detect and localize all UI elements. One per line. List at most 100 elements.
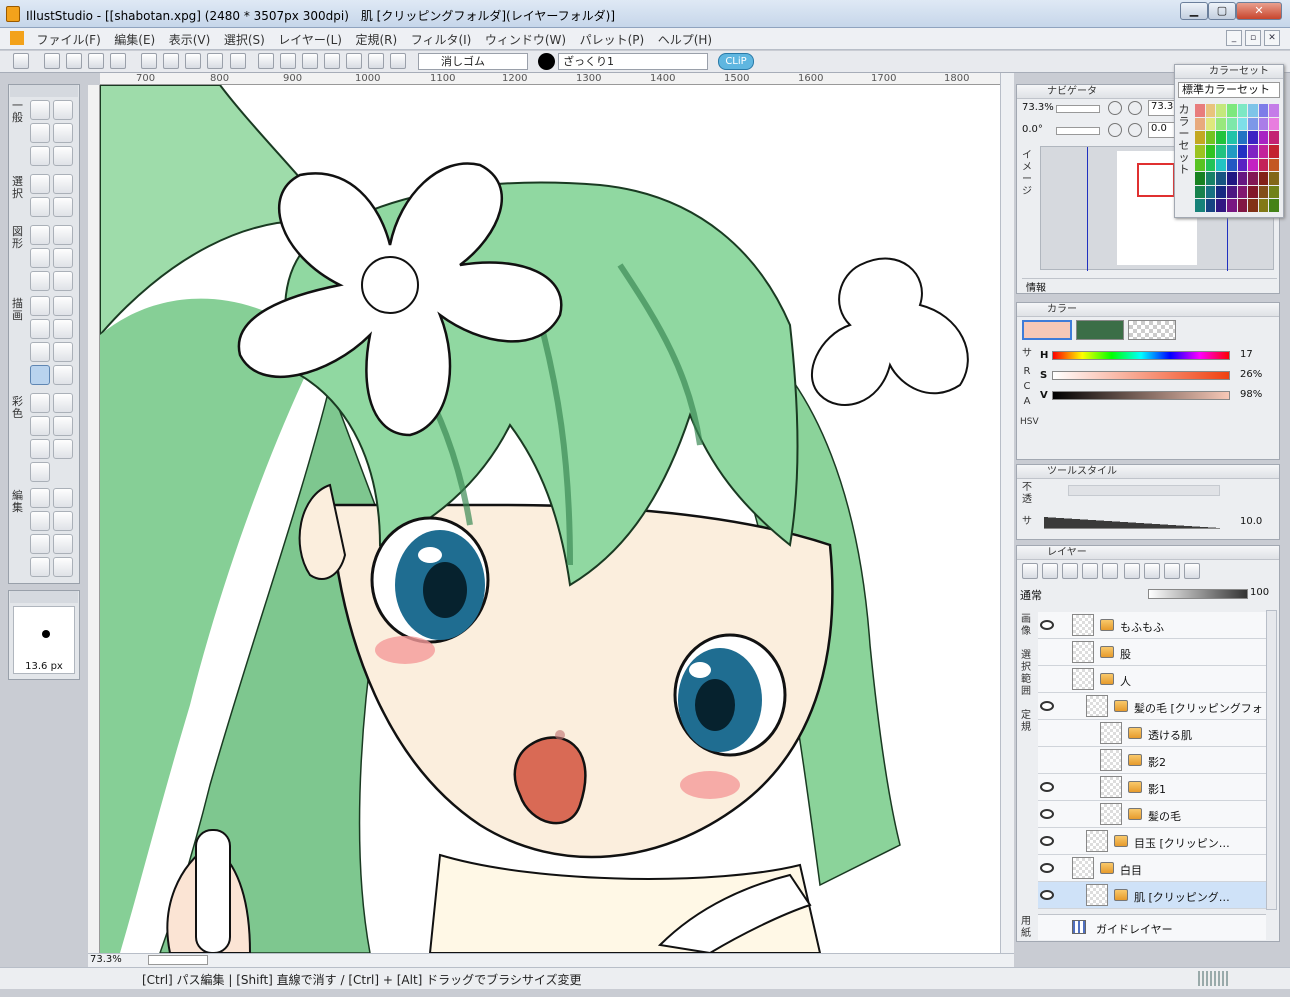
layer-opacity-slider[interactable]	[1148, 589, 1248, 599]
color-swatch[interactable]	[1269, 172, 1279, 185]
fit-window-icon[interactable]	[163, 53, 179, 69]
menu-palette[interactable]: パレット(P)	[575, 28, 650, 51]
color-swatch[interactable]	[1269, 131, 1279, 144]
flip-icon[interactable]	[207, 53, 223, 69]
layer-row[interactable]: 髪の毛 [クリッピングフォル…	[1038, 693, 1266, 720]
color-swatch[interactable]	[1258, 117, 1269, 131]
color-swatch[interactable]	[1237, 144, 1248, 158]
color-swatch[interactable]	[1195, 144, 1205, 158]
color-swatch[interactable]	[1205, 144, 1216, 158]
color-swatch[interactable]	[1237, 104, 1248, 117]
drawing-canvas[interactable]	[100, 85, 1000, 953]
rotate-left-icon[interactable]	[1108, 123, 1122, 137]
magic-lasso-tool[interactable]	[30, 197, 50, 217]
color-swatch[interactable]	[1258, 158, 1269, 172]
frame-tool[interactable]	[30, 557, 50, 577]
layer-row[interactable]: 髪の毛	[1038, 801, 1266, 828]
color-pick-tool[interactable]	[53, 439, 73, 459]
color-swatch[interactable]	[1248, 199, 1258, 212]
color-swatch[interactable]	[1248, 144, 1258, 158]
color-swatch[interactable]	[1248, 104, 1258, 117]
eye-icon[interactable]	[1040, 809, 1054, 819]
fill-tool[interactable]	[30, 393, 50, 413]
color-swatch[interactable]	[1205, 104, 1216, 117]
doc-close-button[interactable]: ✕	[1264, 30, 1280, 46]
color-swatch[interactable]	[1195, 199, 1205, 212]
sub-color-swatch[interactable]	[1076, 320, 1124, 340]
save-icon[interactable]	[88, 53, 104, 69]
menu-select[interactable]: 選択(S)	[219, 28, 270, 51]
vertical-scrollbar[interactable]	[1000, 73, 1014, 953]
marker-tool[interactable]	[30, 319, 50, 339]
color-swatch[interactable]	[1258, 172, 1269, 185]
layer-tab-selection[interactable]: 選択範囲	[1019, 650, 1033, 698]
color-swatch[interactable]	[1237, 117, 1248, 131]
new-layer-icon[interactable]	[1022, 563, 1038, 579]
color-swatch[interactable]	[1258, 131, 1269, 144]
copy-icon[interactable]	[280, 53, 296, 69]
zoom-slider[interactable]	[148, 955, 208, 965]
color-swatch[interactable]	[1248, 117, 1258, 131]
color-swatch[interactable]	[1205, 117, 1216, 131]
value-slider[interactable]	[1052, 391, 1230, 400]
color-swatch[interactable]	[1205, 172, 1216, 185]
color-swatch-grid[interactable]	[1195, 104, 1279, 212]
color-tab-sa[interactable]: サ	[1020, 348, 1034, 360]
menu-filter[interactable]: フィルタ(I)	[406, 28, 477, 51]
color-swatch[interactable]	[1205, 185, 1216, 199]
color-swatch[interactable]	[1195, 104, 1205, 117]
brush-preset-select[interactable]: ざっくり1	[558, 53, 708, 70]
color-swatch[interactable]	[1237, 158, 1248, 172]
save-all-icon[interactable]	[110, 53, 126, 69]
hand-tool[interactable]	[53, 100, 73, 120]
layer-tab-image[interactable]: 画像	[1019, 614, 1033, 638]
layer-tab-ruler[interactable]: 定規	[1019, 710, 1033, 734]
layer-mask-icon[interactable]	[1124, 563, 1140, 579]
watercolor-tool[interactable]	[53, 342, 73, 362]
pen-tool[interactable]	[30, 296, 50, 316]
undo-icon[interactable]	[346, 53, 362, 69]
speed-line-tool[interactable]	[53, 534, 73, 554]
zoom-out-icon[interactable]	[1108, 101, 1122, 115]
text-tool[interactable]	[53, 511, 73, 531]
navigator-zoom-field[interactable]: 73.3	[1148, 100, 1176, 116]
eyedropper-tool[interactable]	[53, 123, 73, 143]
open-file-icon[interactable]	[66, 53, 82, 69]
zoom-in-icon[interactable]	[1128, 101, 1142, 115]
color-swatch[interactable]	[1269, 144, 1279, 158]
balloon-tool[interactable]	[53, 488, 73, 508]
color-swatch[interactable]	[1258, 185, 1269, 199]
eraser-preset-select[interactable]: 消しゴム	[418, 53, 528, 70]
eye-icon[interactable]	[1040, 701, 1054, 711]
menu-edit[interactable]: 編集(E)	[109, 28, 160, 51]
color-swatch[interactable]	[1216, 158, 1226, 172]
cut-icon[interactable]	[258, 53, 274, 69]
eraser-tool[interactable]	[30, 365, 50, 385]
color-swatch[interactable]	[1226, 172, 1237, 185]
menu-layer[interactable]: レイヤー(L)	[273, 28, 347, 51]
close-button[interactable]: ✕	[1236, 2, 1282, 20]
layer-move-tool[interactable]	[30, 146, 50, 166]
color-set-select[interactable]: 標準カラーセット	[1178, 82, 1280, 98]
color-swatch[interactable]	[1248, 172, 1258, 185]
color-tab-hsv[interactable]: HSV	[1020, 416, 1039, 428]
color-swatch[interactable]	[1216, 131, 1226, 144]
color-swatch[interactable]	[1258, 104, 1269, 117]
correct-line-tool[interactable]	[53, 557, 73, 577]
doc-restore-button[interactable]: ▫	[1245, 30, 1261, 46]
doc-minimize-button[interactable]: _	[1226, 30, 1242, 46]
color-swatch[interactable]	[1216, 104, 1226, 117]
color-swatch[interactable]	[1248, 131, 1258, 144]
color-swatch[interactable]	[1269, 185, 1279, 199]
magic-wand-tool[interactable]	[53, 197, 73, 217]
new-file-icon[interactable]	[44, 53, 60, 69]
color-swatch[interactable]	[1269, 158, 1279, 172]
color-swatch[interactable]	[1216, 185, 1226, 199]
eye-icon[interactable]	[1040, 863, 1054, 873]
eye-icon[interactable]	[1040, 620, 1054, 630]
brush-tool[interactable]	[53, 319, 73, 339]
color-swatch[interactable]	[1216, 117, 1226, 131]
color-swatch[interactable]	[1195, 185, 1205, 199]
color-swatch[interactable]	[1258, 144, 1269, 158]
grid-icon[interactable]	[185, 53, 201, 69]
